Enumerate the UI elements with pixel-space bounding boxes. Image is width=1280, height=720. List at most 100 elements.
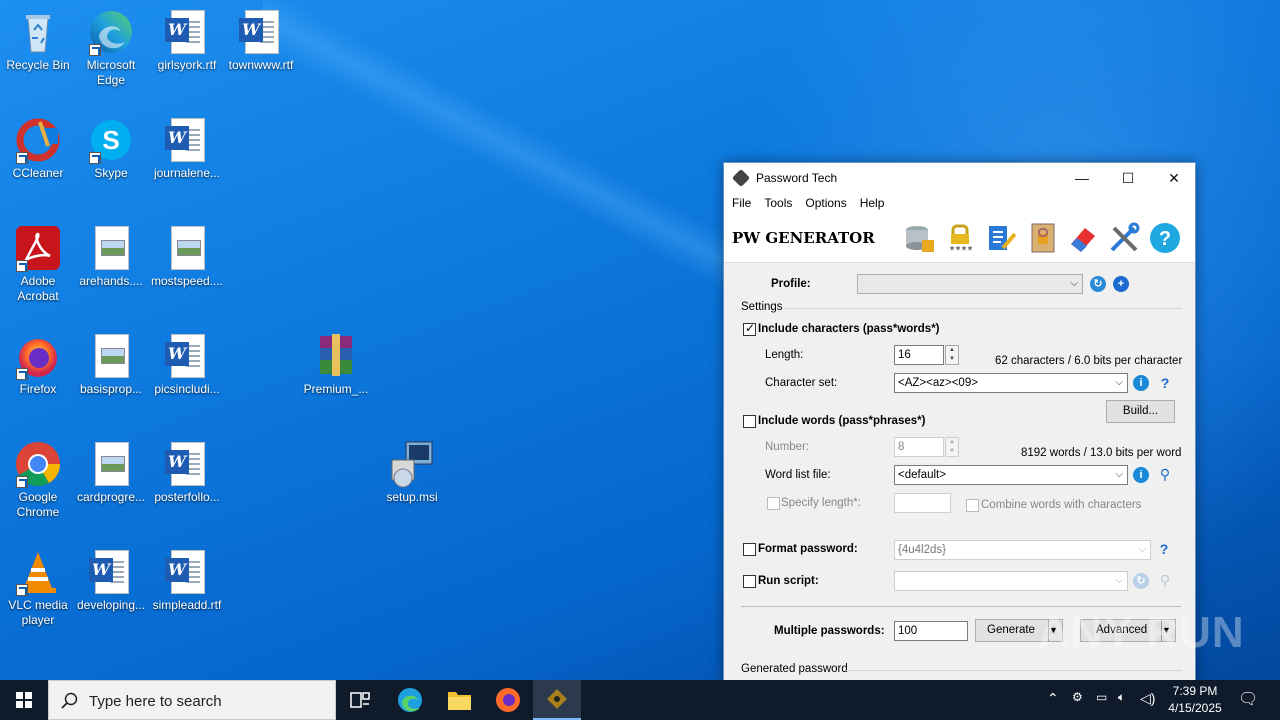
search-icon[interactable]: ⚲: [1157, 466, 1173, 482]
help-icon[interactable]: ?: [1157, 375, 1173, 391]
desktop-icon-ccleaner[interactable]: CCleaner: [0, 116, 76, 181]
help-icon[interactable]: ?: [1149, 222, 1181, 254]
desktop-icon-townwww[interactable]: W townwww.rtf: [223, 8, 299, 73]
installer-icon: [388, 440, 436, 488]
wordlist-label: Word list file:: [765, 469, 831, 481]
length-input[interactable]: 16: [894, 345, 944, 365]
chevron-down-icon: ⌵: [1070, 278, 1078, 289]
desktop-icon-arehands[interactable]: arehands....: [73, 224, 149, 289]
format-password-checkbox[interactable]: [743, 543, 756, 556]
password-lock-icon[interactable]: ****: [945, 222, 977, 256]
menu-help[interactable]: Help: [860, 193, 885, 213]
winrar-archive-icon: [312, 332, 360, 380]
close-button[interactable]: ✕: [1151, 163, 1195, 193]
desktop-icon-skype[interactable]: S Skype: [73, 116, 149, 181]
include-words-checkbox[interactable]: [743, 415, 756, 428]
desktop-icon-setup-msi[interactable]: setup.msi: [374, 440, 450, 505]
tray-overflow-chevron-icon[interactable]: ⌃: [1047, 690, 1059, 707]
word-document-icon: W: [163, 8, 211, 56]
notepad-edit-icon[interactable]: [985, 222, 1017, 254]
tools-icon[interactable]: [1108, 222, 1140, 254]
icon-label: posterfollo...: [154, 490, 220, 504]
taskbar-edge[interactable]: [386, 680, 434, 720]
search-icon[interactable]: ⚲: [1157, 572, 1173, 588]
taskbar-firefox[interactable]: [484, 680, 532, 720]
combine-words-checkbox[interactable]: [966, 499, 979, 512]
refresh-script-icon[interactable]: ↻: [1133, 573, 1149, 589]
include-chars-checkbox[interactable]: [743, 321, 756, 336]
build-button[interactable]: Build...: [1106, 400, 1175, 423]
chevron-down-icon: ⌵: [1115, 377, 1123, 388]
settings-divider: [784, 308, 1182, 309]
format-value: {4u4l2ds}: [898, 544, 946, 556]
desktop-icon-basisprop[interactable]: basisprop...: [73, 332, 149, 397]
desktop-icon-mostspeed[interactable]: mostspeed....: [149, 224, 225, 289]
menu-tools[interactable]: Tools: [764, 193, 792, 213]
taskbar-search[interactable]: Type here to search: [48, 680, 336, 720]
start-button[interactable]: [0, 680, 48, 720]
desktop-icon-simpleadd[interactable]: W simpleadd.rtf: [149, 548, 225, 613]
desktop-icon-google-chrome[interactable]: Google Chrome: [0, 440, 76, 520]
icon-label: Premium_...: [303, 382, 369, 396]
menu-file[interactable]: File: [732, 193, 751, 213]
volume-icon[interactable]: ◁): [1140, 690, 1155, 707]
chevron-down-icon: ⌵: [1115, 575, 1123, 586]
charset-combo[interactable]: <AZ><az><09> ⌵: [894, 373, 1128, 393]
taskbar-file-explorer[interactable]: [435, 680, 483, 720]
desktop-icon-cardprogre[interactable]: cardprogre...: [73, 440, 149, 505]
length-spinner[interactable]: ▲ ▼: [945, 345, 959, 365]
charset-value: <AZ><az><09>: [898, 377, 978, 389]
desktop-icon-vlc[interactable]: VLC media player: [0, 548, 76, 628]
refresh-profile-icon[interactable]: ↻: [1090, 276, 1106, 292]
info-icon[interactable]: i: [1133, 467, 1149, 483]
desktop-icon-picsincludi[interactable]: W picsincludi...: [149, 332, 225, 397]
notifications-icon[interactable]: 🗨︎: [1238, 689, 1258, 709]
eraser-icon[interactable]: [1067, 222, 1099, 254]
desktop-icon-microsoft-edge[interactable]: Microsoft Edge: [73, 8, 149, 88]
icon-label: Google Chrome: [16, 490, 60, 519]
multiple-passwords-input[interactable]: 100: [894, 621, 968, 641]
specify-length-checkbox[interactable]: [767, 497, 780, 510]
chrome-icon: [14, 440, 62, 488]
generated-divider: [846, 670, 1182, 671]
format-combo[interactable]: {4u4l2ds} ⌵: [894, 540, 1151, 560]
svg-text:S: S: [102, 125, 119, 155]
maximize-button[interactable]: ☐: [1105, 163, 1151, 193]
desktop-icon-firefox[interactable]: Firefox: [0, 332, 76, 397]
vault-lock-icon[interactable]: [1027, 222, 1059, 254]
profile-combo[interactable]: ⌵: [857, 274, 1083, 294]
svg-text:****: ****: [949, 245, 973, 254]
help-icon[interactable]: ?: [1156, 541, 1172, 557]
add-profile-icon[interactable]: +: [1113, 276, 1129, 292]
icon-label: setup.msi: [386, 490, 438, 504]
info-icon[interactable]: i: [1133, 375, 1149, 391]
script-combo[interactable]: ⌵: [894, 571, 1128, 591]
desktop-icon-developing[interactable]: W developing...: [73, 548, 149, 613]
run-script-checkbox[interactable]: [743, 575, 756, 588]
title-bar[interactable]: Password Tech — ☐ ✕: [724, 163, 1195, 193]
specify-length-input[interactable]: [894, 493, 951, 513]
clock-time[interactable]: 7:39 PM: [1166, 684, 1224, 698]
shortcut-arrow-icon: [16, 368, 28, 380]
desktop-icon-premium[interactable]: Premium_...: [298, 332, 374, 397]
icon-label: VLC media player: [8, 598, 68, 627]
desktop-icon-girlsyork[interactable]: W girlsyork.rtf: [149, 8, 225, 73]
speaker-icon[interactable]: 🔈︎: [1118, 690, 1125, 705]
minimize-button[interactable]: —: [1059, 163, 1105, 193]
tray-app-icon[interactable]: ⚙: [1072, 690, 1083, 704]
task-view-button[interactable]: [336, 680, 384, 720]
menu-options[interactable]: Options: [805, 193, 846, 213]
desktop-icon-journalene[interactable]: W journalene...: [149, 116, 225, 181]
database-lock-icon[interactable]: [904, 222, 936, 254]
taskbar-password-tech[interactable]: [533, 680, 581, 720]
network-icon[interactable]: ▭: [1096, 690, 1107, 704]
clock-date[interactable]: 4/15/2025: [1166, 701, 1224, 715]
wordlist-combo[interactable]: <default> ⌵: [894, 465, 1128, 485]
desktop-icon-recycle-bin[interactable]: Recycle Bin: [0, 8, 76, 73]
format-password-label: Format password:: [758, 543, 858, 555]
desktop-icon-adobe-acrobat[interactable]: Adobe Acrobat: [0, 224, 76, 304]
app-icon: [731, 168, 751, 188]
number-input[interactable]: 8: [894, 437, 944, 457]
number-spinner[interactable]: ▲ ▼: [945, 437, 959, 457]
desktop-icon-posterfollo[interactable]: W posterfollo...: [149, 440, 225, 505]
